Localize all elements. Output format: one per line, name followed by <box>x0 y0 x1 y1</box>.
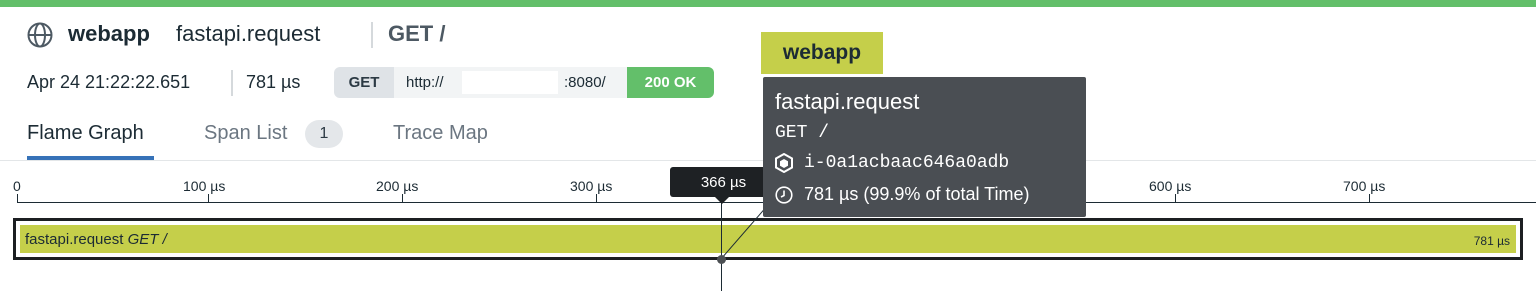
operation-name: fastapi.request <box>176 21 321 46</box>
span-resource: GET / <box>127 231 167 248</box>
time-cursor-line <box>721 198 722 291</box>
time-cursor-badge: 366 µs <box>670 167 777 197</box>
ruler-tick-label: 300 µs <box>570 178 613 194</box>
span-count-badge: 1 <box>305 120 343 148</box>
tooltip-operation: fastapi.request <box>775 89 920 114</box>
header-divider <box>231 70 233 96</box>
flame-span-bar[interactable]: fastapi.request GET / 781 µs <box>20 225 1516 253</box>
resource-name: GET / <box>388 21 446 46</box>
ruler-tick-label: 200 µs <box>376 178 419 194</box>
tooltip-host: i-0a1acbaac646a0adb <box>804 153 1010 173</box>
span-label: fastapi.request GET / <box>25 231 167 248</box>
header-divider <box>371 22 373 48</box>
ruler-tick-label: 700 µs <box>1343 178 1386 194</box>
tooltip-duration: 781 µs (99.9% of total Time) <box>804 184 1030 204</box>
http-method-badge: GET <box>334 67 394 98</box>
span-tooltip: fastapi.request GET / i-0a1acbaac646a0ad… <box>763 77 1086 217</box>
tooltip-service-tag: webapp <box>761 32 883 74</box>
span-duration: 781 µs <box>1473 234 1510 248</box>
request-pill: GET http:// :8080/ 200 OK <box>334 67 714 98</box>
url-prefix: http:// <box>406 74 444 91</box>
trace-timestamp: Apr 24 21:22:22.651 <box>27 72 191 92</box>
ruler-tick-label: 600 µs <box>1149 178 1192 194</box>
trace-duration: 781 µs <box>246 72 301 92</box>
span-operation: fastapi.request <box>25 231 124 248</box>
ruler-tick-label: 0 <box>13 178 21 194</box>
url-port: :8080/ <box>564 74 606 91</box>
top-accent-bar <box>0 0 1536 7</box>
tab-span-list[interactable]: Span List <box>204 122 287 145</box>
tab-trace-map[interactable]: Trace Map <box>393 122 488 145</box>
hexagon-host-icon <box>775 153 793 173</box>
clock-icon <box>775 186 793 204</box>
tooltip-resource: GET / <box>775 123 830 143</box>
flame-span-selected[interactable]: fastapi.request GET / 781 µs <box>13 218 1523 260</box>
time-cursor-dot <box>717 255 726 264</box>
request-url[interactable]: http:// :8080/ <box>394 67 627 98</box>
status-badge: 200 OK <box>627 67 714 98</box>
service-name[interactable]: webapp <box>68 21 150 47</box>
globe-icon <box>27 22 53 48</box>
ruler-tick-label: 100 µs <box>183 178 226 194</box>
tab-flame-graph[interactable]: Flame Graph <box>27 122 144 145</box>
time-cursor-pointer <box>714 196 730 204</box>
redacted-host <box>462 71 558 94</box>
